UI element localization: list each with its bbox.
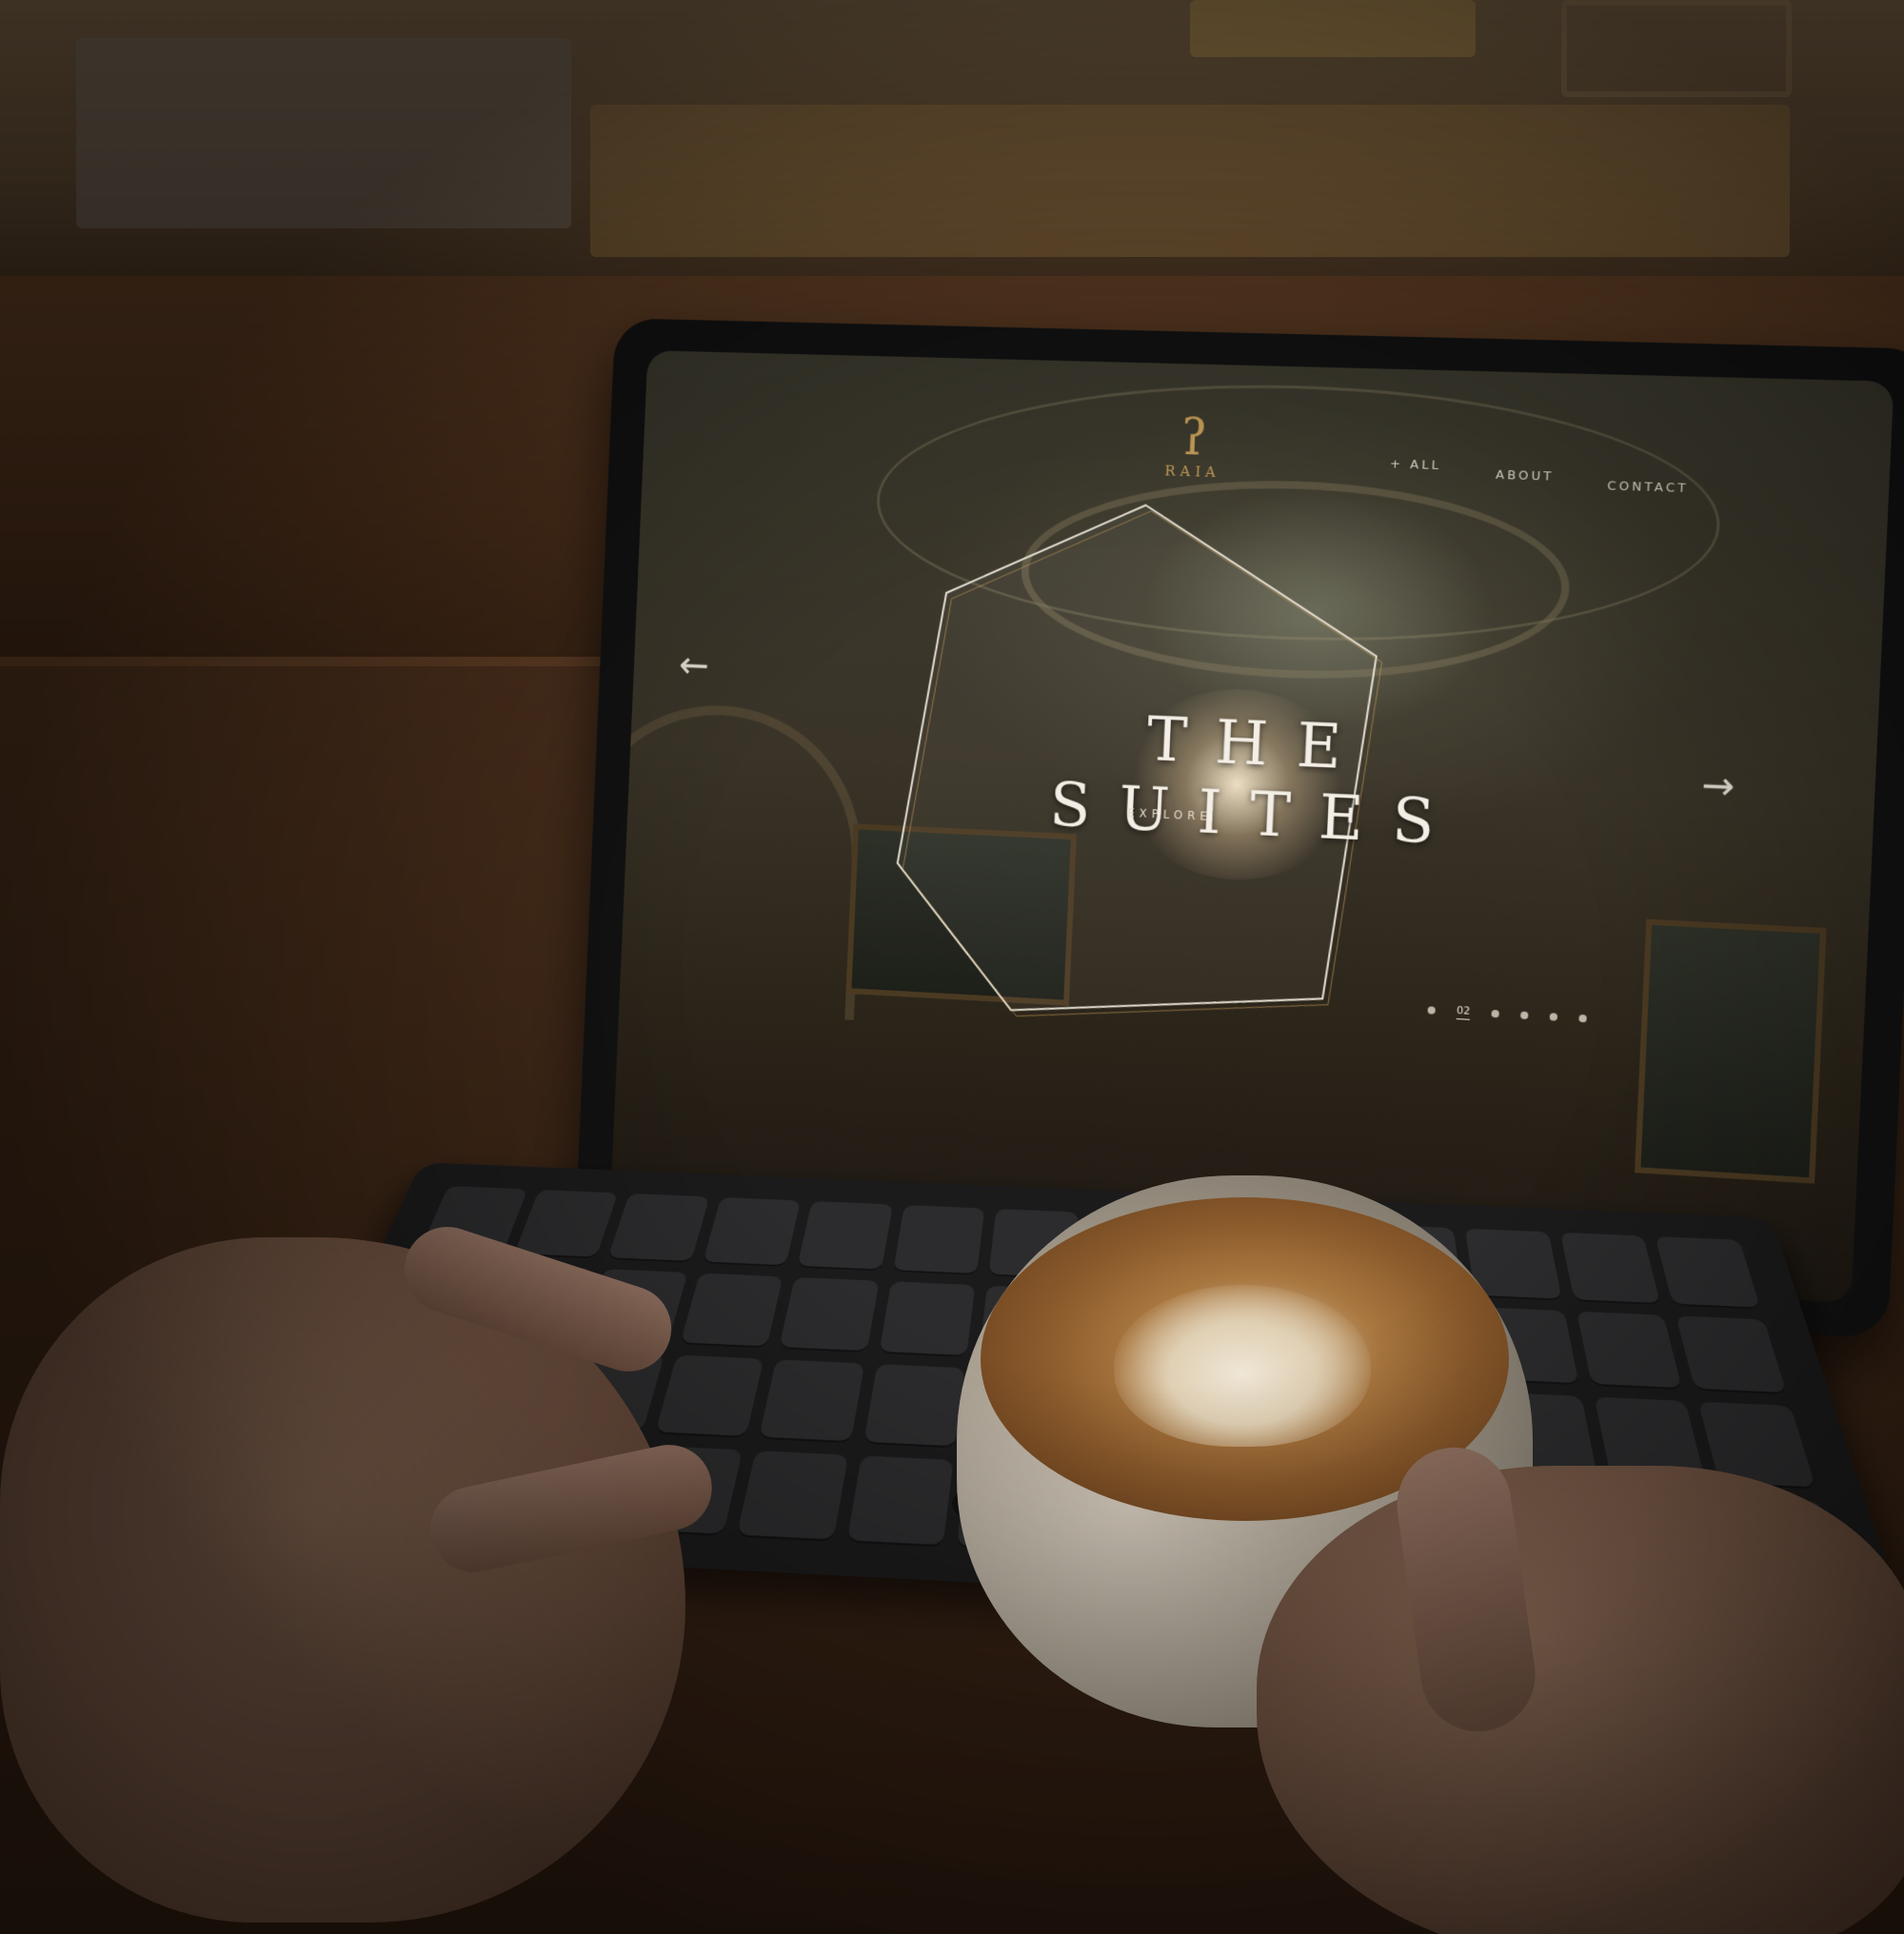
- key: [779, 1276, 880, 1353]
- key: [797, 1200, 893, 1271]
- logo-wordmark: RAIA: [1164, 462, 1221, 482]
- doorway-arch: [609, 700, 868, 1020]
- key: [1559, 1232, 1661, 1305]
- key: [736, 1450, 849, 1542]
- key: [513, 1189, 619, 1258]
- pager-dot[interactable]: [1519, 1011, 1529, 1020]
- wall-painting: [1635, 918, 1827, 1184]
- key: [892, 1205, 985, 1275]
- slide-pager: 02: [1427, 1002, 1587, 1026]
- nav-all-link[interactable]: + ALL: [1390, 457, 1442, 473]
- wall-frame: [1190, 0, 1476, 57]
- arrow-right-icon[interactable]: →: [1700, 763, 1735, 809]
- arrow-left-icon[interactable]: ←: [678, 643, 710, 687]
- pager-dot[interactable]: [1427, 1006, 1436, 1015]
- key: [679, 1273, 783, 1349]
- key: [607, 1193, 710, 1263]
- website-screen: ʔ RAIA + ALL ABOUT CONTACT ← → THE SUITE…: [609, 350, 1894, 1304]
- key: [1656, 1236, 1761, 1310]
- pager-dot[interactable]: [1549, 1013, 1558, 1021]
- key: [863, 1364, 966, 1448]
- key: [1676, 1314, 1788, 1395]
- pager-dot[interactable]: [1491, 1009, 1499, 1018]
- site-logo[interactable]: ʔ RAIA: [1155, 409, 1233, 482]
- key: [702, 1196, 802, 1267]
- nav-about-link[interactable]: ABOUT: [1496, 468, 1555, 484]
- key: [846, 1454, 955, 1548]
- shelf: [590, 105, 1790, 257]
- wall-object: [76, 38, 571, 228]
- key: [1576, 1311, 1683, 1391]
- pager-current[interactable]: 02: [1456, 1003, 1471, 1020]
- background-wall: [0, 0, 1904, 314]
- right-hand: [1257, 1466, 1904, 1934]
- raia-logo-icon: ʔ: [1180, 409, 1209, 467]
- photo-scene: ʔ RAIA + ALL ABOUT CONTACT ← → THE SUITE…: [0, 0, 1904, 1934]
- latte-art: [1114, 1285, 1371, 1447]
- pager-dot[interactable]: [1578, 1014, 1587, 1023]
- key: [879, 1280, 976, 1357]
- key: [654, 1354, 764, 1438]
- key: [759, 1359, 865, 1443]
- wall-frame: [1561, 0, 1792, 97]
- nav-contact-link[interactable]: CONTACT: [1607, 479, 1689, 496]
